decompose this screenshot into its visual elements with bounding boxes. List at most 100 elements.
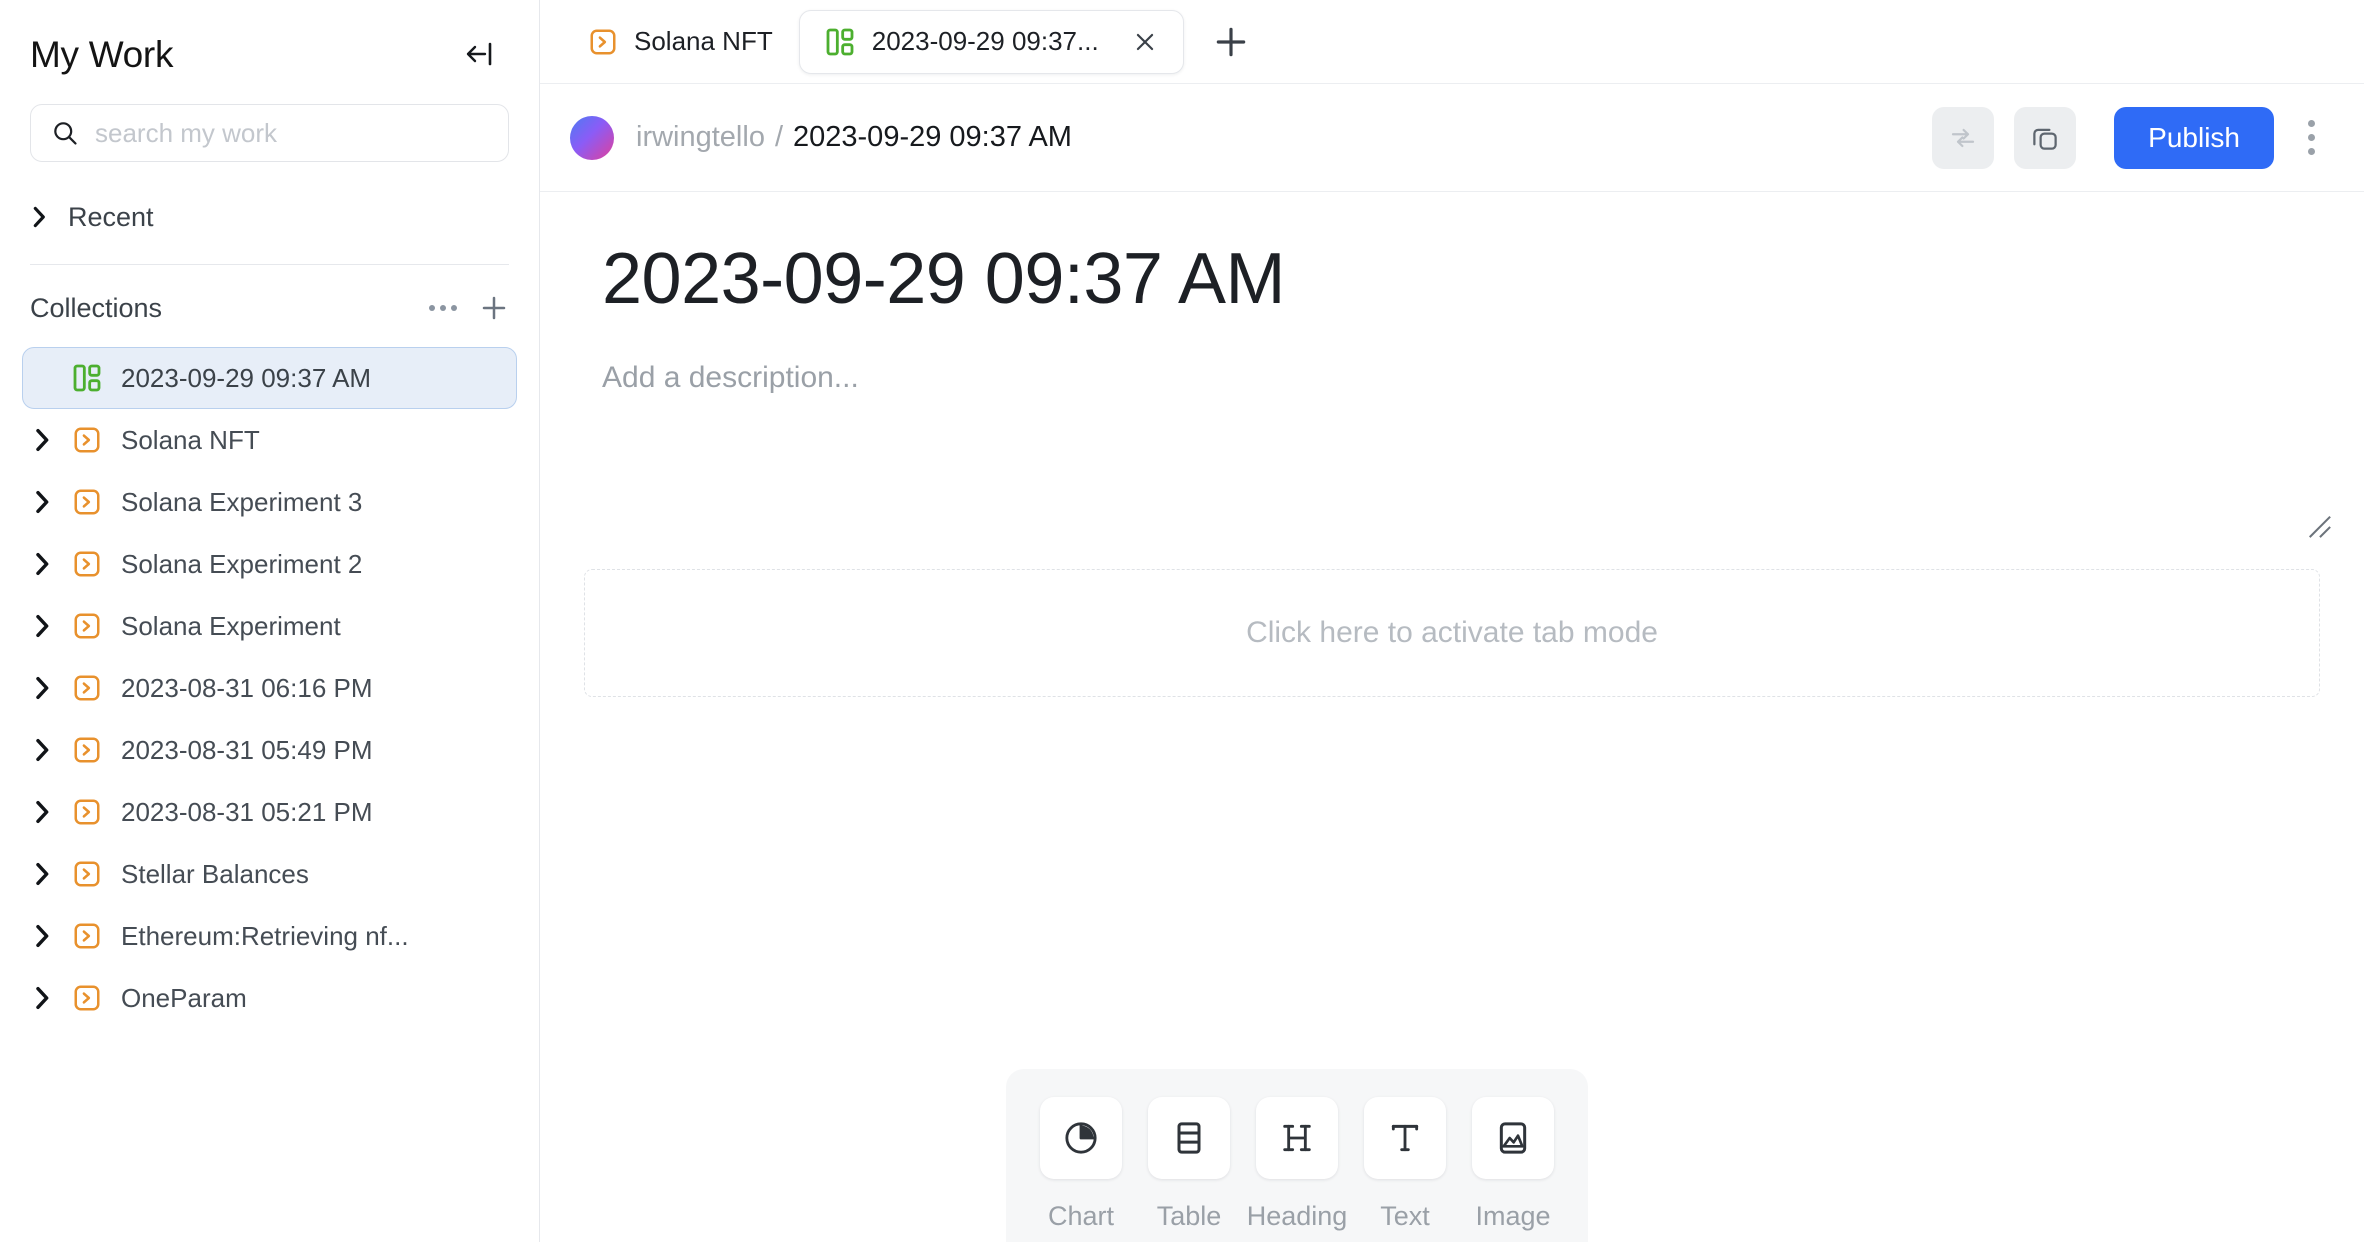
sidebar-item-collection[interactable]: 2023-09-29 09:37 AM	[22, 347, 517, 409]
collections-list: 2023-09-29 09:37 AM Solana NFT Solana Expe…	[0, 341, 539, 1029]
page-title: My Work	[30, 33, 174, 75]
sidebar-item-label: 2023-09-29 09:37 AM	[121, 362, 372, 393]
document-toolbar: irwingtello / 2023-09-29 09:37 AM Publis…	[540, 84, 2364, 192]
collapse-panel-icon[interactable]	[457, 31, 503, 77]
sidebar-item-label: Solana Experiment 3	[121, 486, 363, 517]
breadcrumb-owner[interactable]: irwingtello	[636, 121, 765, 154]
sidebar-item-label: 2023-08-31 05:21 PM	[121, 796, 373, 827]
query-console-icon	[588, 27, 618, 57]
ellipsis-icon[interactable]	[429, 305, 457, 311]
chevron-right-icon[interactable]	[31, 862, 53, 886]
widget-button[interactable]: Text	[1364, 1097, 1446, 1232]
publish-button[interactable]: Publish	[2114, 106, 2274, 169]
tab[interactable]: Solana NFT	[562, 10, 799, 74]
sidebar-header: My Work	[0, 0, 539, 78]
collections-label: Collections	[30, 292, 163, 323]
more-vertical-icon[interactable]	[2288, 107, 2334, 169]
document-canvas: 2023-09-29 09:37 AM Add a description...…	[540, 192, 2364, 1242]
query-console-icon	[67, 487, 107, 517]
chevron-right-icon[interactable]	[31, 490, 53, 514]
sidebar-item-label: 2023-08-31 06:16 PM	[121, 672, 373, 703]
avatar[interactable]	[570, 115, 614, 160]
add-tab-button[interactable]	[1200, 11, 1262, 73]
sidebar-item-recent[interactable]: Recent	[0, 184, 539, 250]
sidebar-item-collection[interactable]: Ethereum:Retrieving nf...	[22, 905, 517, 967]
copy-duplicate-icon[interactable]	[2014, 106, 2077, 169]
pie-chart-icon	[1040, 1097, 1122, 1179]
tab-bar: Solana NFT 2023-09-29 09:37...	[540, 0, 2364, 84]
document-title[interactable]: 2023-09-29 09:37 AM	[602, 239, 2334, 319]
close-icon[interactable]	[1127, 24, 1163, 60]
widget-button[interactable]: Heading	[1247, 1097, 1347, 1232]
sidebar-item-collection[interactable]: OneParam	[22, 967, 517, 1029]
sidebar: My Work search my work Recent Collection…	[0, 0, 540, 1242]
app-root: My Work search my work Recent Collection…	[0, 0, 2364, 1242]
query-console-icon	[67, 797, 107, 827]
query-console-icon	[67, 611, 107, 641]
image-icon	[1472, 1097, 1554, 1179]
sidebar-item-collection[interactable]: Solana NFT	[22, 409, 517, 471]
breadcrumb-separator: /	[774, 121, 784, 153]
sidebar-divider	[30, 264, 509, 265]
plus-icon[interactable]	[479, 293, 509, 323]
chevron-right-icon[interactable]	[31, 800, 53, 824]
query-console-icon	[67, 735, 107, 765]
sidebar-item-label: Solana Experiment	[121, 610, 341, 641]
widget-label: Chart	[1047, 1201, 1115, 1231]
refresh-sync-icon[interactable]	[1932, 106, 1995, 169]
dashboard-layout-icon	[67, 362, 107, 394]
search-box[interactable]	[30, 104, 509, 162]
widget-button[interactable]: Chart	[1040, 1097, 1122, 1232]
table-icon	[1148, 1097, 1230, 1179]
heading-icon	[1256, 1097, 1338, 1179]
dashboard-layout-icon	[824, 26, 856, 58]
query-console-icon	[67, 921, 107, 951]
widget-button[interactable]: Image	[1472, 1097, 1554, 1232]
chevron-right-icon	[30, 206, 48, 228]
widget-label: Image	[1475, 1201, 1551, 1231]
breadcrumb: irwingtello / 2023-09-29 09:37 AM	[636, 121, 1072, 154]
recent-label: Recent	[68, 201, 154, 232]
query-console-icon	[67, 983, 107, 1013]
chevron-right-icon[interactable]	[31, 738, 53, 762]
search-container	[0, 78, 539, 162]
query-console-icon	[67, 549, 107, 579]
breadcrumb-name[interactable]: 2023-09-29 09:37 AM	[793, 121, 1072, 154]
collections-header: Collections	[0, 275, 539, 341]
sidebar-item-collection[interactable]: Stellar Balances	[22, 843, 517, 905]
query-console-icon	[67, 859, 107, 889]
widget-label: Table	[1156, 1201, 1222, 1231]
chevron-right-icon[interactable]	[31, 986, 53, 1010]
document-description[interactable]: Add a description...	[602, 361, 2334, 539]
sidebar-item-collection[interactable]: Solana Experiment 3	[22, 471, 517, 533]
query-console-icon	[67, 673, 107, 703]
sidebar-item-label: 2023-08-31 05:49 PM	[121, 734, 373, 765]
sidebar-item-label: OneParam	[121, 982, 247, 1013]
widget-toolbar: Chart Table Heading Text Image	[1006, 1069, 1588, 1242]
search-icon	[51, 119, 79, 147]
sidebar-item-label: Ethereum:Retrieving nf...	[121, 920, 409, 951]
chevron-right-icon[interactable]	[31, 552, 53, 576]
sidebar-item-collection[interactable]: 2023-08-31 05:49 PM	[22, 719, 517, 781]
activate-tab-mode-dropzone[interactable]: Click here to activate tab mode	[584, 569, 2320, 698]
query-console-icon	[67, 425, 107, 455]
tab-label: Solana NFT	[634, 26, 773, 56]
resize-handle-icon[interactable]	[2306, 513, 2332, 539]
tab[interactable]: 2023-09-29 09:37...	[798, 9, 1184, 74]
main-area: Solana NFT 2023-09-29 09:37... irwingtell…	[540, 0, 2364, 1242]
chevron-right-icon[interactable]	[31, 676, 53, 700]
search-input[interactable]	[95, 117, 488, 149]
sidebar-item-label: Solana NFT	[121, 424, 260, 455]
sidebar-item-collection[interactable]: Solana Experiment	[22, 595, 517, 657]
chevron-right-icon[interactable]	[31, 428, 53, 452]
sidebar-item-collection[interactable]: 2023-08-31 06:16 PM	[22, 657, 517, 719]
chevron-right-icon[interactable]	[31, 924, 53, 948]
widget-button[interactable]: Table	[1148, 1097, 1230, 1232]
sidebar-item-label: Solana Experiment 2	[121, 548, 363, 579]
text-icon	[1364, 1097, 1446, 1179]
widget-label: Heading	[1246, 1201, 1348, 1231]
tab-label: 2023-09-29 09:37...	[871, 26, 1099, 56]
chevron-right-icon[interactable]	[31, 614, 53, 638]
sidebar-item-collection[interactable]: Solana Experiment 2	[22, 533, 517, 595]
sidebar-item-collection[interactable]: 2023-08-31 05:21 PM	[22, 781, 517, 843]
